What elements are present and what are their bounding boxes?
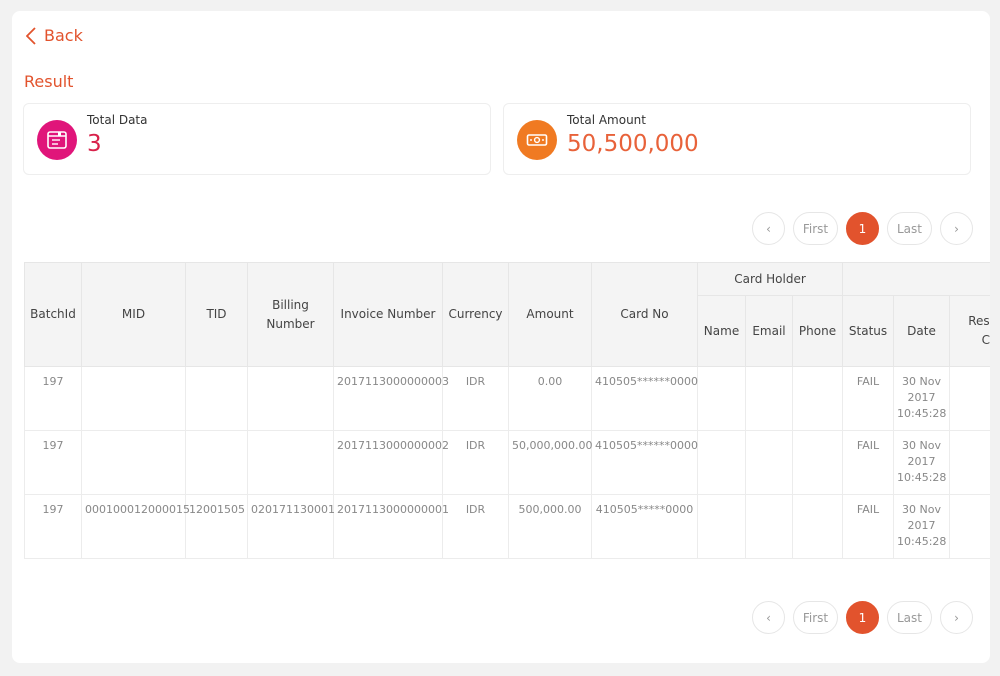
header-amount: Amount	[508, 262, 592, 367]
cell-status: FAIL	[842, 430, 895, 495]
header-status: Status	[842, 295, 895, 367]
total-amount-card: Total Amount 50,500,000	[503, 103, 971, 175]
header-mid: MID	[81, 262, 186, 367]
last-page-button[interactable]: Last	[887, 212, 932, 245]
cell-phone	[791, 494, 844, 559]
cell-currency: IDR	[442, 366, 509, 431]
cell-email	[745, 430, 793, 495]
cell-date: 30 Nov 2017 10:45:28	[893, 366, 951, 431]
transactions-table-wrapper[interactable]: BatchId MID TID Billing Number Invoice N…	[24, 262, 990, 559]
header-email: Email	[745, 295, 793, 367]
prev-page-button[interactable]: ‹	[752, 601, 785, 634]
pagination-bottom: ‹ First 1 Last ›	[752, 601, 973, 634]
cell-email	[745, 366, 793, 431]
cell-invoice-number: 2017113000000003	[333, 366, 449, 431]
cell-billing-number	[247, 430, 334, 495]
header-card-holder: Card Holder	[696, 262, 844, 296]
table-row: 197 2017113000000003 IDR 0.00 410505****…	[24, 366, 990, 431]
header-invoice-number: Invoice Number	[333, 262, 443, 367]
back-label: Back	[44, 26, 83, 45]
cell-response-code	[949, 430, 990, 495]
cell-phone	[791, 430, 844, 495]
header-tid: TID	[185, 262, 248, 367]
cell-amount: 0.00	[508, 366, 592, 431]
cell-email	[745, 494, 793, 559]
cell-batch-id: 197	[24, 494, 82, 559]
cell-invoice-number: 2017113000000002	[333, 430, 449, 495]
cell-amount: 500,000.00	[508, 494, 592, 559]
cell-batch-id: 197	[24, 430, 82, 495]
cell-invoice-number: 2017113000000001	[333, 494, 449, 559]
header-response-code: Response Code	[949, 295, 990, 367]
result-card: Back Result Total Data 3 Total Amount 50…	[12, 11, 990, 663]
cell-card-no: 410505*****0000	[591, 494, 698, 559]
header-batch-id: BatchId	[24, 262, 82, 367]
cell-name	[697, 494, 746, 559]
cell-tid	[185, 366, 248, 431]
banknote-icon	[517, 120, 557, 160]
header-phone: Phone	[791, 295, 844, 367]
cell-card-no: 410505******0000	[591, 366, 698, 431]
cell-tid: 12001505	[185, 494, 248, 559]
first-page-button[interactable]: First	[793, 212, 838, 245]
prev-page-button[interactable]: ‹	[752, 212, 785, 245]
total-data-label: Total Data	[87, 113, 148, 127]
total-data-card: Total Data 3	[23, 103, 491, 175]
cell-currency: IDR	[442, 494, 509, 559]
cell-name	[697, 430, 746, 495]
header-name: Name	[697, 295, 746, 367]
cell-response-code	[949, 366, 990, 431]
header-card-no: Card No	[591, 262, 698, 367]
current-page-button[interactable]: 1	[846, 601, 879, 634]
last-page-button[interactable]: Last	[887, 601, 932, 634]
table-row: 197 2017113000000002 IDR 50,000,000.00 4…	[24, 430, 990, 495]
header-currency: Currency	[442, 262, 509, 367]
cell-tid	[185, 430, 248, 495]
document-list-icon	[37, 120, 77, 160]
cell-batch-id: 197	[24, 366, 82, 431]
cell-mid: 000100012000015	[81, 494, 190, 559]
back-link[interactable]: Back	[26, 26, 83, 45]
next-page-button[interactable]: ›	[940, 212, 973, 245]
cell-billing-number	[247, 366, 334, 431]
cell-response-code	[949, 494, 990, 559]
total-amount-value: 50,500,000	[567, 131, 699, 157]
cell-phone	[791, 366, 844, 431]
cell-status: FAIL	[842, 494, 895, 559]
cell-date: 30 Nov 2017 10:45:28	[893, 430, 951, 495]
cell-name	[697, 366, 746, 431]
result-title: Result	[24, 72, 74, 91]
header-billing-number: Billing Number	[247, 262, 334, 367]
total-amount-label: Total Amount	[567, 113, 646, 127]
chevron-left-icon	[26, 26, 36, 45]
cell-date: 30 Nov 2017 10:45:28	[893, 494, 951, 559]
cell-mid	[81, 366, 186, 431]
total-data-value: 3	[87, 131, 102, 157]
cell-mid	[81, 430, 186, 495]
cell-status: FAIL	[842, 366, 895, 431]
next-page-button[interactable]: ›	[940, 601, 973, 634]
first-page-button[interactable]: First	[793, 601, 838, 634]
header-date: Date	[893, 295, 951, 367]
cell-card-no: 410505******0000	[591, 430, 698, 495]
cell-billing-number: 020171130001	[247, 494, 335, 559]
cell-amount: 50,000,000.00	[508, 430, 592, 495]
pagination-top: ‹ First 1 Last ›	[752, 212, 973, 245]
table-row: 197 000100012000015 12001505 02017113000…	[24, 494, 990, 559]
cell-currency: IDR	[442, 430, 509, 495]
current-page-button[interactable]: 1	[846, 212, 879, 245]
header-transaction-group	[842, 262, 990, 296]
transactions-table: BatchId MID TID Billing Number Invoice N…	[24, 262, 990, 559]
